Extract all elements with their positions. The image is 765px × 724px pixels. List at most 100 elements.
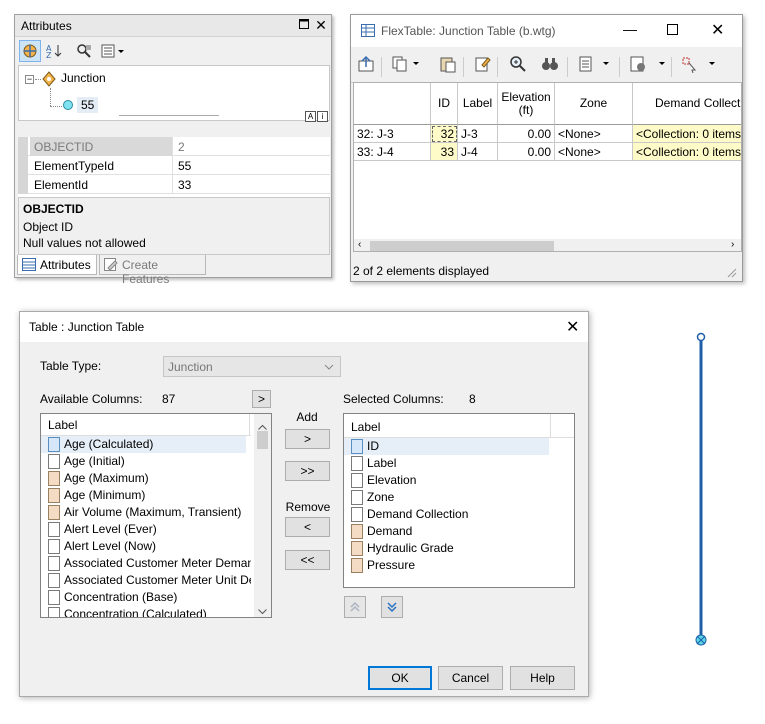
zoom-icon[interactable] [509,55,527,76]
cell-zone[interactable]: <None> [555,143,633,161]
list-item[interactable]: Concentration (Base) [41,589,246,606]
cancel-button[interactable]: Cancel [438,666,503,690]
move-down-button[interactable] [381,596,403,618]
cell-demand-collection[interactable]: <Collection: 0 items> [633,125,741,143]
remove-all-button[interactable]: << [285,550,330,570]
list-item[interactable]: Age (Minimum) [41,487,246,504]
report-icon[interactable] [577,55,613,76]
export-icon[interactable] [357,55,375,76]
cell-elevation[interactable]: 0.00 [498,125,555,143]
list-by-feature-icon[interactable] [19,40,41,62]
column-header-zone[interactable]: Zone [555,83,633,125]
add-one-button[interactable]: > [285,429,330,449]
list-item[interactable]: Elevation [344,472,549,489]
resize-grip-icon[interactable] [727,267,737,281]
cell-label[interactable]: J-3 [458,125,498,143]
options-icon[interactable] [629,55,667,76]
available-count: 87 [162,392,176,406]
sort-icon[interactable]: AZ [43,40,65,62]
cell-id[interactable]: 32 [431,125,458,143]
remove-one-button[interactable]: < [285,517,330,537]
scrollbar-thumb[interactable] [257,431,268,449]
list-item[interactable]: Associated Customer Meter Unit De... [41,572,251,589]
move-up-button[interactable] [344,596,366,618]
list-item[interactable]: Alert Level (Ever) [41,521,246,538]
cell-elevation[interactable]: 0.00 [498,143,555,161]
tab-attributes[interactable]: Attributes [17,255,97,275]
table-icon [22,258,36,271]
list-item[interactable]: Air Volume (Maximum, Transient) [41,504,246,521]
list-item[interactable]: Alert Level (Now) [41,538,246,555]
ok-button[interactable]: OK [368,666,432,690]
tree-child-label[interactable]: 55 [77,97,99,113]
column-header-label[interactable]: Label [458,83,498,125]
info-icon[interactable]: i [317,111,328,122]
grid-row-elementid[interactable]: ElementId 33 [18,175,330,194]
list-item[interactable]: Age (Maximum) [41,470,246,487]
restore-icon[interactable] [297,18,311,32]
move-up-icon [350,601,360,612]
cell-zone[interactable]: <None> [555,125,633,143]
minimize-icon[interactable]: — [623,21,637,37]
available-columns-list[interactable]: Label Age (Calculated) Age (Initial) Age (… [40,413,272,618]
attributes-panel: Attributes ✕ AZ − Junction 55 A i OBJECT… [14,14,332,286]
vertical-scrollbar[interactable] [254,414,271,617]
copy-icon[interactable] [391,55,421,76]
selected-columns-list[interactable]: Label ID Label Elevation Zone Demand Collect… [343,413,575,588]
list-item[interactable]: Label [344,455,549,472]
list-item[interactable]: Zone [344,489,549,506]
tree-root-label[interactable]: Junction [61,71,106,85]
column-header-elevation[interactable]: Elevation (ft) [498,83,555,125]
list-item[interactable]: Demand [344,523,549,540]
close-icon[interactable]: ✕ [314,18,328,32]
edit-icon[interactable] [473,55,491,76]
close-icon[interactable]: ✕ [711,20,724,40]
list-item[interactable]: Hydraulic Grade [344,540,549,557]
table-type-select[interactable]: Junction [163,356,341,377]
cell-label[interactable]: J-4 [458,143,498,161]
select-in-drawing-icon[interactable] [681,55,719,76]
tree-connector [50,106,62,107]
list-item[interactable]: Concentration (Calculated) [41,606,246,617]
available-items: Age (Calculated) Age (Initial) Age (Maximu… [41,436,251,617]
column-header-demand-collection[interactable]: Demand Collection [633,83,741,125]
maximize-icon[interactable] [667,24,678,35]
table-type-label: Table Type: [40,359,102,373]
expand-button[interactable]: > [252,390,271,408]
grid-row-objectid[interactable]: OBJECTID 2 [18,137,330,156]
list-item[interactable]: Associated Customer Meter Demands [41,555,251,572]
list-item[interactable]: Age (Calculated) [41,436,246,453]
list-item[interactable]: Demand Collection [344,506,549,523]
scroll-left-icon[interactable]: ‹ [358,239,361,250]
close-icon[interactable]: ✕ [566,317,579,337]
options-menu-icon[interactable] [99,40,127,62]
grid-row-elementtypeid[interactable]: ElementTypeId 55 [18,156,330,175]
scroll-right-icon[interactable]: › [731,239,734,250]
grid-value[interactable]: 33 [174,175,330,194]
list-item[interactable]: Age (Initial) [41,453,246,470]
cell-id[interactable]: 33 [431,143,458,161]
sort-alpha-icon[interactable]: A [305,111,316,122]
document-icon [351,541,363,556]
help-button[interactable]: Help [510,666,575,690]
row-header[interactable]: 32: J-3 [354,125,431,143]
find-icon[interactable] [541,55,559,76]
add-all-button[interactable]: >> [285,461,330,481]
grid-key: ElementTypeId [30,156,173,175]
list-item[interactable]: Pressure [344,557,549,574]
cell-demand-collection[interactable]: <Collection: 0 items> [633,143,741,161]
list-item[interactable]: ID [344,438,549,455]
grid-value[interactable]: 55 [174,156,330,175]
paste-icon[interactable] [439,55,457,76]
collapse-icon[interactable]: − [25,75,34,84]
zoom-to-icon[interactable] [73,40,95,62]
column-header-id[interactable]: ID [431,83,458,125]
row-header[interactable]: 33: J-4 [354,143,431,161]
tab-create-features[interactable]: Create Features [99,255,206,286]
horizontal-scrollbar[interactable]: ‹ › [354,239,741,251]
splitter-grip[interactable] [119,115,219,117]
document-icon [351,439,363,454]
scrollbar-thumb[interactable] [370,241,554,251]
scroll-down-icon[interactable] [258,604,267,618]
add-label: Add [296,410,318,424]
